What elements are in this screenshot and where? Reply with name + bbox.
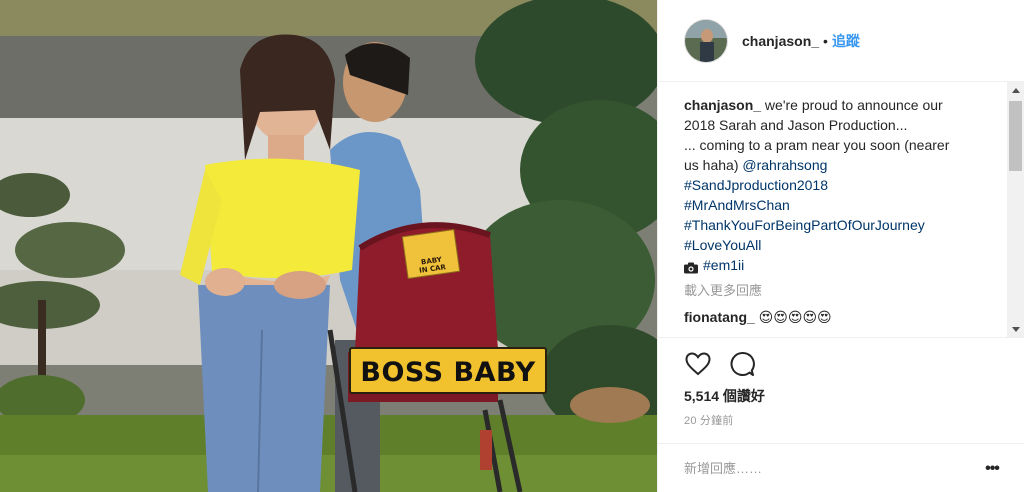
comment-item: fionatang_ 😍😍😍😍😍 bbox=[684, 307, 999, 327]
post-header: chanjason_ • 追蹤 bbox=[658, 0, 1024, 82]
comment-text: 😍😍😍😍😍 bbox=[758, 309, 832, 325]
caption-line-3: ... coming to a pram near you soon (near… bbox=[684, 137, 950, 153]
instagram-post: BABY IN CAR BOSS BABY chanjason_ • 追蹤 ch… bbox=[0, 0, 1024, 492]
header-username[interactable]: chanjason_ bbox=[742, 33, 819, 49]
mention-link[interactable]: @rahrahsong bbox=[742, 157, 827, 173]
more-options-icon[interactable]: ••• bbox=[982, 459, 1002, 479]
comments-list[interactable]: chanjason_ we're proud to announce our 2… bbox=[684, 95, 999, 335]
header-separator: • bbox=[823, 32, 828, 49]
post-caption: chanjason_ we're proud to announce our 2… bbox=[684, 95, 999, 275]
caption-username[interactable]: chanjason_ bbox=[684, 97, 761, 113]
comment-username[interactable]: fionatang_ bbox=[684, 309, 755, 325]
load-more-comments[interactable]: 載入更多回應 bbox=[684, 281, 999, 301]
camera-icon bbox=[684, 259, 698, 274]
arrow-up-icon[interactable] bbox=[1007, 82, 1024, 99]
post-actions: 5,514 個讚好 20 分鐘前 bbox=[658, 337, 1024, 457]
post-photo[interactable]: BABY IN CAR BOSS BABY bbox=[0, 0, 657, 492]
hashtag-link[interactable]: #ThankYouForBeingPartOfOurJourney bbox=[684, 215, 999, 235]
hashtag-link[interactable]: #MrAndMrsChan bbox=[684, 195, 999, 215]
like-count[interactable]: 5,514 個讚好 bbox=[684, 386, 765, 406]
boss-baby-plate: BOSS BABY bbox=[360, 356, 536, 388]
follow-button[interactable]: 追蹤 bbox=[832, 31, 860, 51]
speech-bubble-icon[interactable] bbox=[728, 350, 756, 378]
action-icons bbox=[684, 350, 772, 378]
post-side-panel: chanjason_ • 追蹤 chanjason_ we're proud t… bbox=[657, 0, 1024, 492]
comment-input[interactable] bbox=[684, 460, 964, 476]
avatar[interactable] bbox=[684, 18, 728, 63]
caption-line-4: us haha) bbox=[684, 157, 739, 173]
photo-illustration bbox=[0, 0, 657, 492]
scrollbar-thumb[interactable] bbox=[1009, 101, 1022, 171]
comments-scrollbar[interactable] bbox=[1007, 82, 1024, 338]
add-comment-bar: ••• bbox=[658, 443, 1024, 492]
hashtag-link[interactable]: #LoveYouAll bbox=[684, 235, 999, 255]
heart-icon[interactable] bbox=[684, 350, 712, 378]
arrow-down-icon[interactable] bbox=[1007, 321, 1024, 338]
photo-credit-link[interactable]: #em1ii bbox=[703, 255, 744, 275]
hashtag-link[interactable]: #SandJproduction2018 bbox=[684, 175, 999, 195]
photo-credit-line: #em1ii bbox=[684, 255, 999, 275]
avatar-image bbox=[685, 19, 727, 62]
post-timestamp[interactable]: 20 分鐘前 bbox=[684, 412, 734, 428]
caption-line-1: we're proud to announce our bbox=[764, 97, 943, 113]
caption-line-2: 2018 Sarah and Jason Production... bbox=[684, 117, 908, 133]
